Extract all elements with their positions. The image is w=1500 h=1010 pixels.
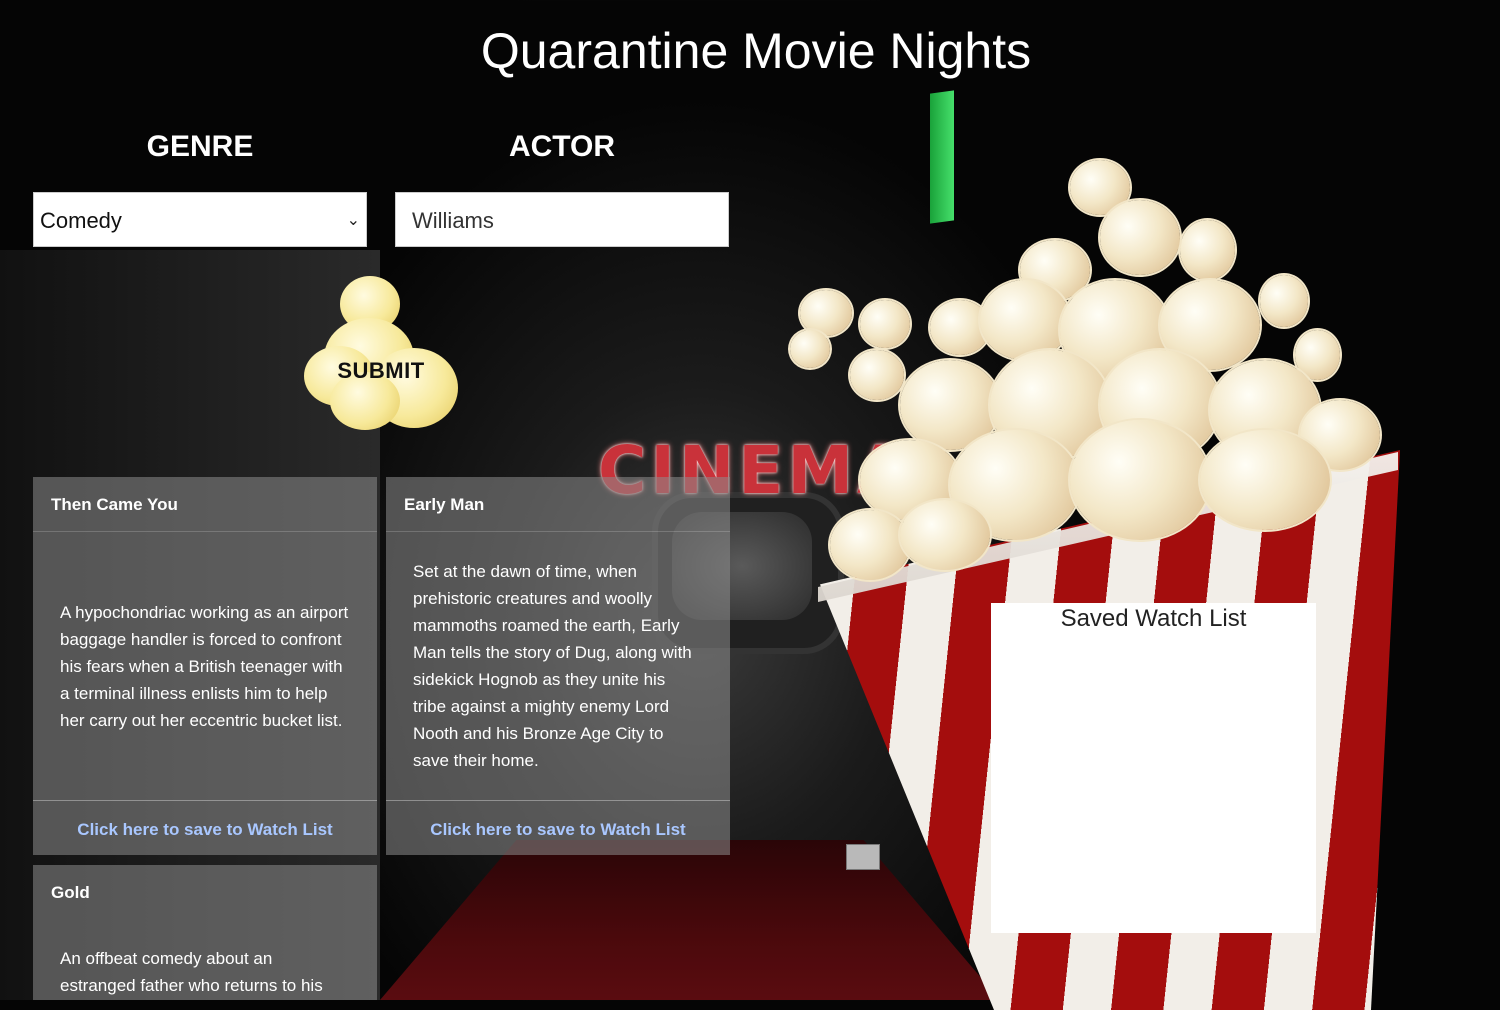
submit-label: SUBMIT [337, 358, 425, 383]
page-title: Quarantine Movie Nights [480, 23, 1032, 79]
movie-card: Gold An offbeat comedy about an estrange… [33, 865, 377, 1000]
genre-select-value: Comedy [40, 208, 122, 233]
movie-title: Early Man [386, 477, 730, 532]
genre-select[interactable]: Comedy ⌄ [33, 192, 367, 247]
movie-description: An offbeat comedy about an estranged fat… [60, 949, 323, 995]
movie-description-container: A hypochondriac working as an airport ba… [33, 532, 377, 800]
movie-description: Set at the dawn of time, when prehistori… [413, 562, 692, 770]
save-to-watch-list-link[interactable]: Click here to save to Watch List [33, 800, 377, 855]
theater-floor [380, 840, 1000, 1000]
movie-card: Then Came You A hypochondriac working as… [33, 477, 377, 855]
movie-title: Gold [51, 883, 90, 902]
actor-input[interactable]: Williams [395, 192, 729, 247]
save-to-watch-list-link[interactable]: Click here to save to Watch List [386, 800, 730, 855]
wall-outlet [846, 844, 880, 870]
movie-description: A hypochondriac working as an airport ba… [60, 602, 349, 730]
movie-description-container: Set at the dawn of time, when prehistori… [386, 532, 730, 800]
genre-label: GENRE [146, 130, 254, 163]
exit-sign [930, 90, 954, 224]
actor-input-value: Williams [412, 208, 494, 233]
watch-list-title: Saved Watch List [1060, 605, 1247, 632]
submit-button[interactable]: SUBMIT [300, 276, 462, 434]
movie-card: Early Man Set at the dawn of time, when … [386, 477, 730, 855]
chevron-down-icon: ⌄ [346, 212, 360, 229]
movie-title: Then Came You [33, 477, 377, 532]
saved-watch-list: Saved Watch List [991, 603, 1316, 933]
actor-label: ACTOR [508, 130, 616, 163]
